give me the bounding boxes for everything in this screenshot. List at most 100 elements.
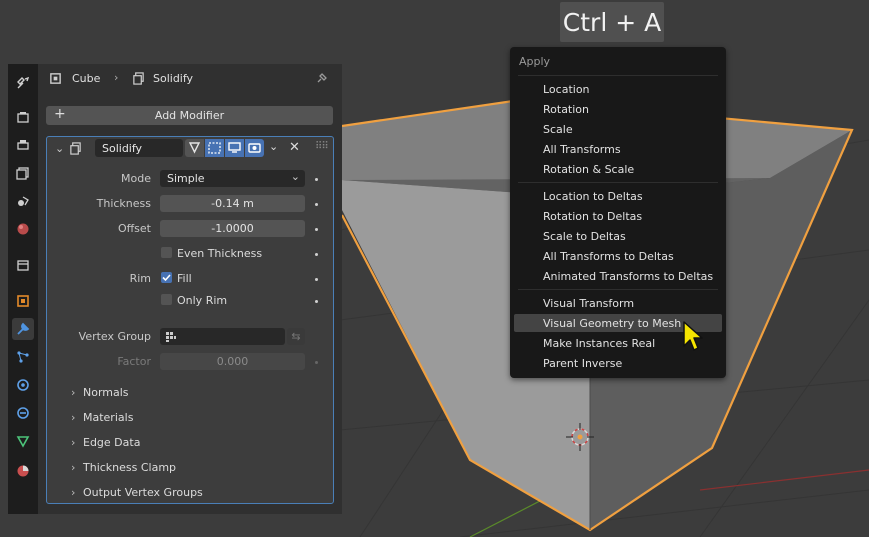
tool-icon <box>17 76 30 89</box>
mode-value: Simple <box>167 172 205 185</box>
subpanel-materials[interactable]: › Materials <box>71 411 133 424</box>
only-rim-checkbox[interactable] <box>161 294 172 305</box>
breadcrumb-object[interactable]: Cube <box>72 72 100 85</box>
constraints-icon <box>17 407 29 419</box>
constraints-tab[interactable] <box>12 402 34 424</box>
on-cage-icon <box>208 142 221 154</box>
vertex-group-field[interactable] <box>160 328 285 345</box>
tool-tab[interactable] <box>12 72 34 94</box>
physics-tab[interactable] <box>12 374 34 396</box>
animate-dot-icon[interactable] <box>315 278 318 281</box>
monitor-icon <box>228 142 241 153</box>
subpanel-thickness-clamp[interactable]: › Thickness Clamp <box>71 461 176 474</box>
material-icon <box>17 465 29 477</box>
subpanel-output-vertex-groups[interactable]: › Output Vertex Groups <box>71 486 203 499</box>
world-tab[interactable] <box>12 218 34 240</box>
object-data-tab[interactable] <box>12 430 34 452</box>
render-toggle[interactable] <box>245 139 264 157</box>
modifier-name-field[interactable]: Solidify <box>95 139 183 157</box>
animate-dot-icon[interactable] <box>315 253 318 256</box>
menu-item-all-transforms[interactable]: All Transforms <box>514 140 722 158</box>
on-cage-toggle[interactable] <box>205 139 224 157</box>
thickness-field[interactable]: -0.14 m <box>160 195 305 212</box>
factor-field[interactable]: 0.000 <box>160 353 305 370</box>
pin-icon[interactable] <box>315 71 329 85</box>
vertex-group-label: Vertex Group <box>78 330 151 343</box>
drag-handle-icon[interactable]: ⠿⠿ <box>315 141 329 152</box>
offset-field[interactable]: -1.0000 <box>160 220 305 237</box>
menu-item-location-to-deltas[interactable]: Location to Deltas <box>514 187 722 205</box>
view-layer-tab[interactable] <box>12 162 34 184</box>
particles-tab[interactable] <box>12 346 34 368</box>
even-thickness-label: Even Thickness <box>177 247 263 260</box>
menu-divider <box>518 289 718 290</box>
add-modifier-button[interactable]: + Add Modifier <box>46 106 333 125</box>
animate-dot-icon[interactable] <box>315 178 318 181</box>
fill-label: Fill <box>177 272 192 285</box>
menu-item-animated-transforms-to-deltas[interactable]: Animated Transforms to Deltas <box>514 267 722 285</box>
physics-icon <box>17 379 29 391</box>
add-modifier-label: Add Modifier <box>154 109 225 122</box>
collapse-chevron-icon[interactable]: ⌄ <box>55 142 64 155</box>
chevron-right-icon: › <box>71 436 76 449</box>
output-icon <box>17 140 29 150</box>
properties-header: Cube › Solidify <box>38 64 342 94</box>
close-icon[interactable]: ✕ <box>289 140 300 155</box>
thickness-label: Thickness <box>96 197 151 210</box>
menu-item-rotation-to-deltas[interactable]: Rotation to Deltas <box>514 207 722 225</box>
render-tab[interactable] <box>12 106 34 128</box>
object-tab[interactable] <box>12 290 34 312</box>
menu-item-parent-inverse[interactable]: Parent Inverse <box>514 354 722 372</box>
edit-mode-toggle[interactable] <box>185 139 204 157</box>
properties-editor: Cube › Solidify + Add Modifier ⌄ Solidif… <box>38 64 342 514</box>
menu-item-scale[interactable]: Scale <box>514 120 722 138</box>
particles-icon <box>17 351 29 363</box>
even-thickness-checkbox[interactable] <box>161 247 172 258</box>
modifier-tab[interactable] <box>12 318 34 340</box>
animate-dot-icon[interactable] <box>315 300 318 303</box>
mode-label: Mode <box>121 172 151 185</box>
only-rim-label: Only Rim <box>177 294 228 307</box>
animate-dot-icon[interactable] <box>315 228 318 231</box>
menu-item-rotation[interactable]: Rotation <box>514 100 722 118</box>
menu-divider <box>518 75 718 76</box>
key-combo-overlay: Ctrl + A <box>560 2 664 42</box>
collection-tab[interactable] <box>12 254 34 276</box>
animate-dot-icon[interactable] <box>315 361 318 364</box>
menu-item-visual-transform[interactable]: Visual Transform <box>514 294 722 312</box>
properties-tab-bar <box>8 64 38 514</box>
rim-label: Rim <box>129 272 151 285</box>
fill-checkbox[interactable] <box>161 272 172 283</box>
modifier-icon <box>133 72 144 85</box>
mode-dropdown[interactable]: Simple ⌄ <box>160 170 305 187</box>
modifier-icon <box>70 142 81 155</box>
material-tab[interactable] <box>12 460 34 482</box>
menu-item-rotation-scale[interactable]: Rotation & Scale <box>514 160 722 178</box>
collection-icon <box>17 260 29 271</box>
render-icon <box>17 112 29 123</box>
subpanel-normals[interactable]: › Normals <box>71 386 129 399</box>
invert-vertex-group-button[interactable]: ⇆ <box>287 328 305 345</box>
animate-dot-icon[interactable] <box>315 203 318 206</box>
scene-tab[interactable] <box>12 190 34 212</box>
object-data-icon <box>16 436 30 448</box>
menu-item-scale-to-deltas[interactable]: Scale to Deltas <box>514 227 722 245</box>
menu-item-location[interactable]: Location <box>514 80 722 98</box>
menu-title: Apply <box>519 55 551 68</box>
breadcrumb-modifier[interactable]: Solidify <box>153 72 193 85</box>
subpanel-edge-data[interactable]: › Edge Data <box>71 436 140 449</box>
object-icon <box>50 73 61 84</box>
mouse-cursor-icon <box>683 321 703 351</box>
arrows-icon: ⇆ <box>291 330 301 343</box>
chevron-right-icon: › <box>71 486 76 499</box>
breadcrumb-chevron-icon: › <box>114 71 119 84</box>
camera-icon <box>248 143 261 153</box>
viewport-display-toggle[interactable] <box>225 139 244 157</box>
dropdown-chevron-icon[interactable]: ⌄ <box>269 140 278 153</box>
chevron-right-icon: › <box>71 411 76 424</box>
modifier-icon <box>17 322 30 335</box>
world-icon <box>17 223 29 235</box>
output-tab[interactable] <box>12 134 34 156</box>
edit-mode-icon <box>188 142 201 154</box>
menu-item-all-transforms-to-deltas[interactable]: All Transforms to Deltas <box>514 247 722 265</box>
